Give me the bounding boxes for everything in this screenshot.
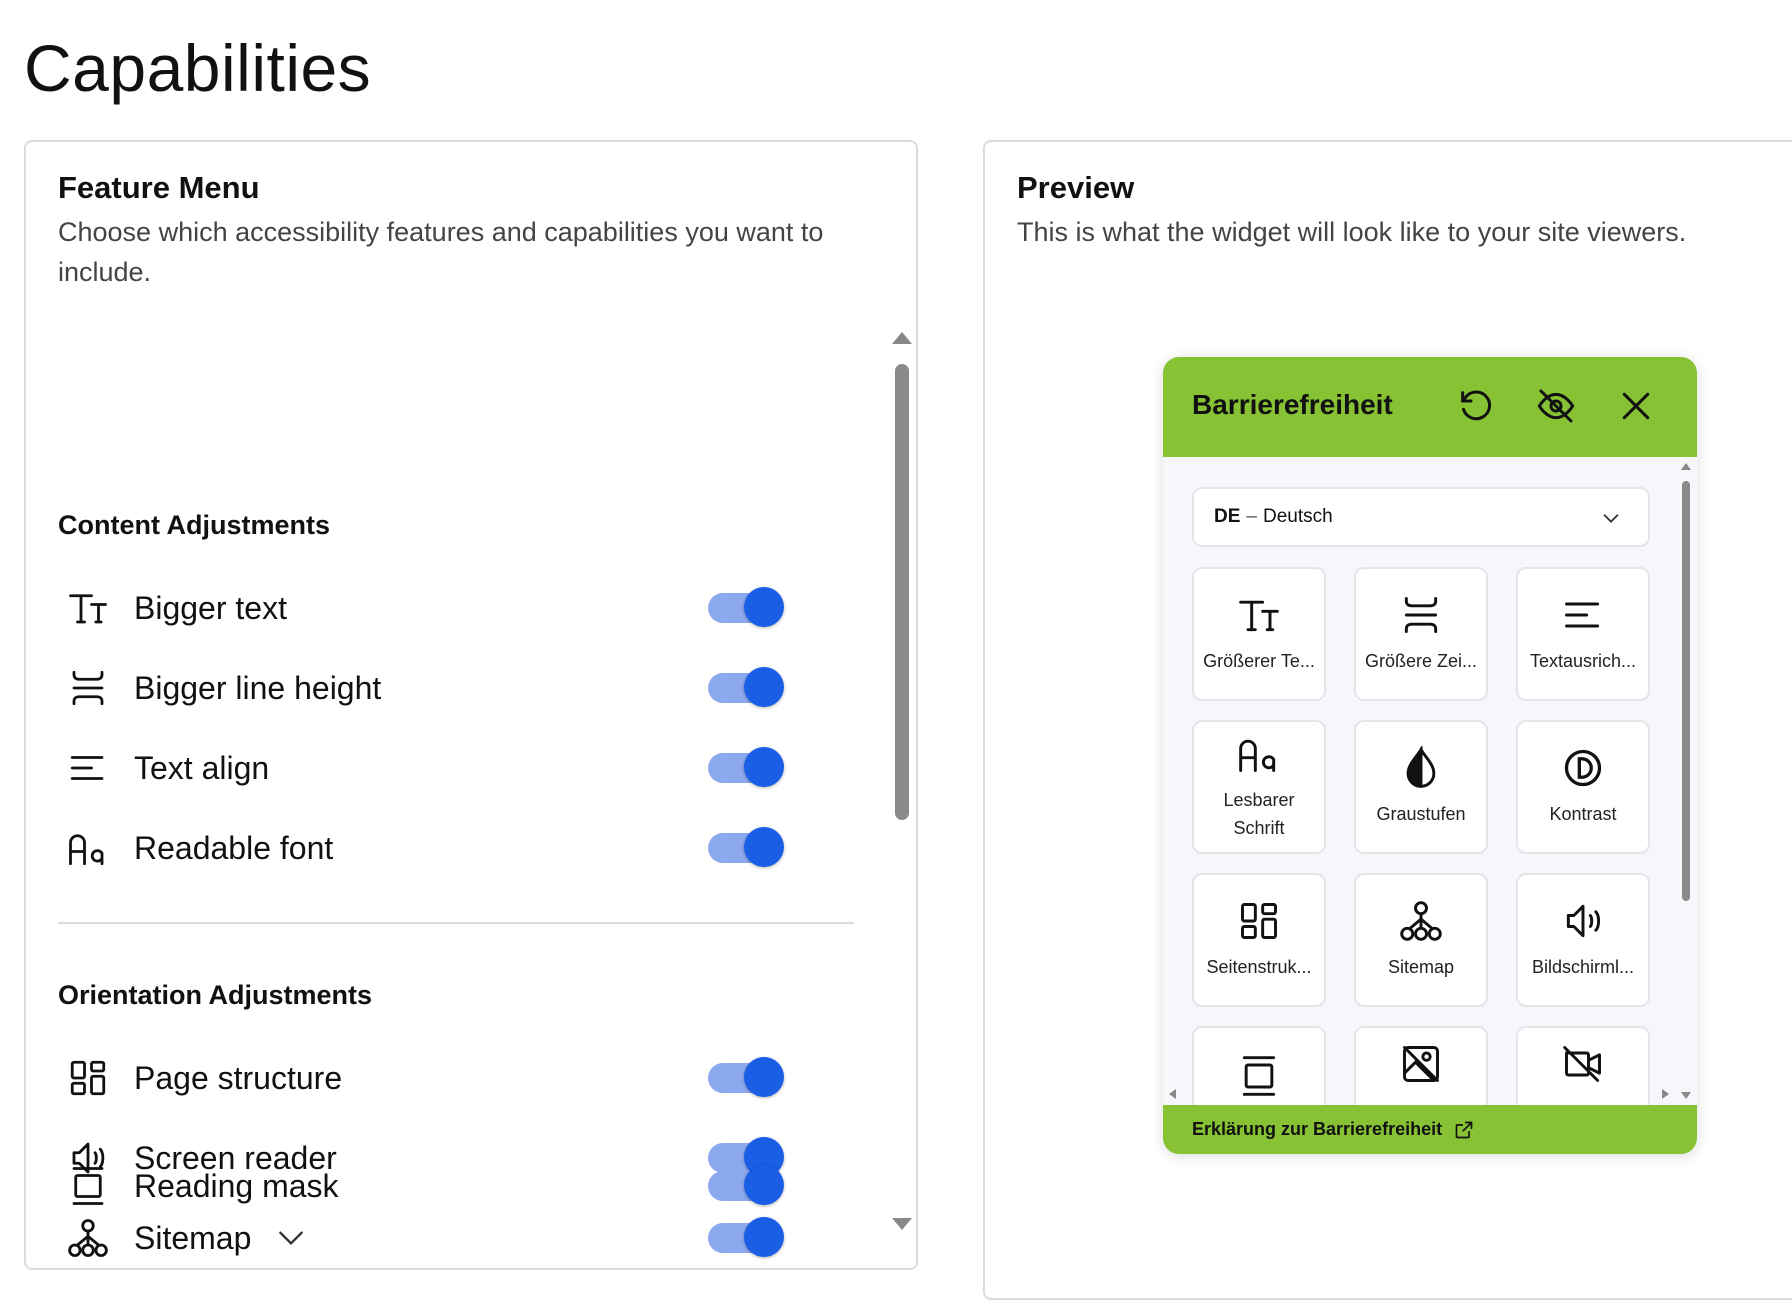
external-link-icon [1455, 1121, 1473, 1138]
scroll-down-arrow-icon[interactable] [1681, 1092, 1691, 1099]
feature-row-bigger-text: Bigger text [66, 578, 866, 638]
sitemap-icon [66, 1216, 110, 1260]
scroll-up-arrow-icon[interactable] [1681, 463, 1691, 470]
toggle-readable-font[interactable] [708, 827, 784, 867]
tile-label: Größerer Te... [1203, 651, 1315, 671]
footer-label: Erklärung zur Barrierefreiheit [1192, 1119, 1443, 1139]
preview-title: Preview [1017, 170, 1135, 205]
accessibility-widget: Barrierefreiheit DE – Deutsch Größerer T… [1163, 357, 1697, 1154]
language-name: Deutsch [1262, 506, 1333, 527]
tile-grayscale[interactable]: Graustufen [1354, 720, 1488, 854]
section-title-content: Content Adjustments [58, 510, 330, 540]
feature-list-scrollbar[interactable] [892, 332, 912, 1230]
widget-vertical-scrollbar[interactable] [1681, 463, 1691, 1099]
feature-label: Reading mask [134, 1167, 339, 1204]
readable-font-icon [66, 826, 110, 870]
tile-label: Graustufen [1376, 804, 1466, 824]
feature-label: Readable font [134, 829, 334, 866]
feature-label: Page structure [134, 1059, 343, 1096]
bigger-text-icon [66, 586, 110, 630]
tile-label: Bildschirml... [1531, 957, 1634, 977]
tile-screen-reader[interactable]: Bildschirml... [1516, 873, 1650, 1007]
tile-text-align[interactable]: Textausrich... [1516, 567, 1650, 701]
bigger-text-icon [1239, 600, 1279, 632]
speaker-icon [1566, 904, 1601, 938]
toggle-line-height[interactable] [708, 667, 784, 707]
tile-label: Größere Zei... [1364, 651, 1478, 671]
tile-label: Seitenstruk... [1206, 957, 1312, 977]
accessibility-statement-link[interactable]: Erklärung zur Barrierefreiheit [1163, 1105, 1697, 1154]
page-structure-icon [1241, 903, 1277, 939]
tile-label: Textausrich... [1529, 651, 1637, 671]
video-off-icon [1563, 1046, 1601, 1082]
widget-header: Barrierefreiheit [1163, 357, 1697, 457]
widget-title: Barrierefreiheit [1192, 389, 1393, 420]
sitemap-icon [1400, 901, 1442, 941]
reset-button[interactable] [1453, 383, 1499, 429]
toggle-sitemap[interactable] [708, 1217, 784, 1257]
scroll-down-arrow-icon[interactable] [892, 1218, 912, 1230]
preview-description: This is what the widget will look like t… [1017, 217, 1687, 247]
feature-menu-card: Feature Menu Choose which accessibility … [24, 140, 918, 1270]
feature-row-reading-mask: Reading mask [66, 1156, 866, 1216]
line-height-icon [66, 666, 110, 710]
feature-row-line-height: Bigger line height [66, 658, 866, 718]
feature-list[interactable]: Content Adjustments Bigger text Bigger l… [26, 330, 886, 1260]
tile-page-structure[interactable]: Seitenstruk... [1192, 873, 1326, 1007]
tile-line-height[interactable]: Größere Zei... [1354, 567, 1488, 701]
widget-body[interactable]: DE – Deutsch Größerer Te... Größere Zei.… [1163, 457, 1697, 1105]
toggle-text-align[interactable] [708, 747, 784, 787]
feature-label: Sitemap [134, 1219, 252, 1256]
feature-row-page-structure: Page structure [66, 1048, 866, 1108]
scroll-right-arrow-icon[interactable] [1662, 1089, 1669, 1099]
tile-label: Lesbarer Schrift [1223, 790, 1295, 838]
reset-icon [1461, 390, 1492, 421]
language-select[interactable]: DE – Deutsch [1192, 487, 1650, 547]
scrollbar-thumb[interactable] [895, 364, 909, 820]
language-separator: – [1246, 506, 1257, 527]
line-height-icon [1404, 597, 1438, 633]
hide-widget-button[interactable] [1533, 383, 1579, 429]
grayscale-drop-icon [1406, 746, 1436, 788]
feature-row-text-align: Text align [66, 738, 866, 798]
scroll-up-arrow-icon[interactable] [892, 332, 912, 344]
reading-mask-icon [66, 1164, 110, 1208]
text-align-icon [66, 746, 110, 790]
toggle-bigger-text[interactable] [708, 587, 784, 627]
feature-label: Text align [134, 749, 270, 786]
section-divider [58, 922, 854, 924]
tile-sitemap[interactable]: Sitemap [1354, 873, 1488, 1007]
text-align-icon [1565, 602, 1600, 628]
scroll-left-arrow-icon[interactable] [1169, 1089, 1176, 1099]
feature-menu-description: Choose which accessibility features and … [58, 217, 824, 287]
page-title: Capabilities [24, 31, 372, 105]
toggle-page-structure[interactable] [708, 1057, 784, 1097]
tile-contrast[interactable]: Kontrast [1516, 720, 1650, 854]
feature-label: Bigger line height [134, 669, 382, 706]
widget-horizontal-scrollbar[interactable] [1169, 1087, 1669, 1101]
contrast-icon [1564, 749, 1602, 787]
widget-scrollbar-thumb[interactable] [1682, 481, 1690, 901]
close-icon [1622, 392, 1650, 420]
close-button[interactable] [1613, 383, 1659, 429]
section-title-orientation: Orientation Adjustments [58, 980, 373, 1010]
language-code: DE [1214, 506, 1241, 527]
feature-row-readable-font: Readable font [66, 818, 866, 878]
toggle-reading-mask[interactable] [708, 1165, 784, 1205]
feature-menu-title: Feature Menu [58, 170, 260, 205]
tile-bigger-text[interactable]: Größerer Te... [1192, 567, 1326, 701]
tile-label: Kontrast [1549, 804, 1617, 824]
eye-off-icon [1537, 389, 1575, 423]
readable-font-icon [1239, 739, 1276, 772]
feature-label: Bigger text [134, 589, 287, 626]
tile-readable-font[interactable]: Lesbarer Schrift [1192, 720, 1326, 854]
page-structure-icon [66, 1056, 110, 1100]
tile-label: Sitemap [1387, 957, 1455, 977]
chevron-down-icon[interactable] [275, 1222, 307, 1254]
hide-images-icon [1403, 1046, 1439, 1082]
chevron-down-icon [1603, 514, 1619, 523]
